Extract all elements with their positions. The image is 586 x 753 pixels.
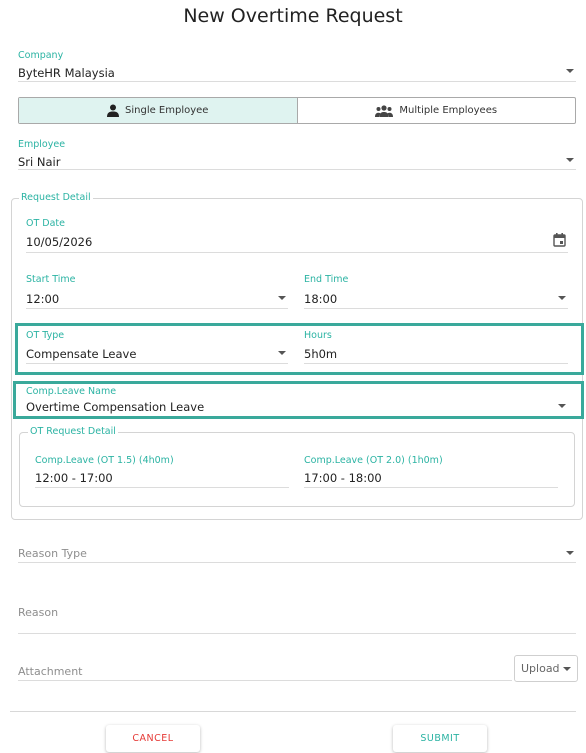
reason-input[interactable]: Reason: [18, 602, 576, 634]
hours-label: Hours: [304, 330, 332, 341]
ot-request-detail-item: Comp.Leave (OT 2.0) (1h0m) 17:00 - 18:00: [304, 455, 558, 488]
company-value: ByteHR Malaysia: [18, 66, 115, 80]
person-icon: [107, 104, 120, 117]
single-employee-button[interactable]: Single Employee: [19, 98, 298, 123]
upload-label: Upload: [521, 662, 560, 675]
company-label: Company: [18, 50, 64, 61]
upload-dropdown-button[interactable]: Upload: [514, 655, 578, 682]
multiple-employees-label: Multiple Employees: [399, 105, 498, 116]
caret-down-icon: [563, 667, 571, 671]
ot-detail-item-value: 12:00 - 17:00: [35, 471, 113, 485]
ot-type-value: Compensate Leave: [26, 347, 137, 361]
ot-detail-item-label: Comp.Leave (OT 1.5) (4h0m): [35, 455, 174, 466]
caret-down-icon: [566, 69, 574, 73]
ot-date-value: 10/05/2026: [26, 235, 93, 249]
request-detail-legend: Request Detail: [19, 192, 93, 203]
hours-value: 5h0m: [304, 347, 338, 361]
comp-leave-name-select[interactable]: Comp.Leave Name Overtime Compensation Le…: [26, 386, 568, 415]
comp-leave-name-value: Overtime Compensation Leave: [26, 400, 205, 414]
ot-type-select[interactable]: OT Type Compensate Leave: [26, 330, 288, 364]
ot-detail-item-label: Comp.Leave (OT 2.0) (1h0m): [304, 455, 443, 466]
start-time-value: 12:00: [26, 292, 60, 306]
end-time-label: End Time: [304, 274, 349, 285]
start-time-select[interactable]: Start Time 12:00: [26, 274, 288, 309]
ot-date-field[interactable]: OT Date 10/05/2026: [26, 218, 568, 253]
submit-button[interactable]: SUBMIT: [393, 725, 487, 752]
group-icon: [375, 104, 394, 117]
caret-down-icon: [558, 296, 566, 300]
attachment-field[interactable]: Attachment: [18, 661, 512, 681]
ot-request-detail-legend: OT Request Detail: [28, 426, 118, 437]
employee-label: Employee: [18, 139, 66, 150]
calendar-icon[interactable]: [553, 233, 566, 247]
attachment-placeholder: Attachment: [18, 665, 83, 678]
caret-down-icon: [278, 296, 286, 300]
end-time-value: 18:00: [304, 292, 338, 306]
multiple-employees-button[interactable]: Multiple Employees: [298, 98, 576, 123]
start-time-label: Start Time: [26, 274, 76, 285]
ot-date-label: OT Date: [26, 218, 66, 229]
employee-mode-toggle: Single Employee Multiple Employees: [18, 97, 576, 124]
cancel-button[interactable]: CANCEL: [106, 725, 200, 752]
caret-down-icon: [558, 404, 566, 408]
ot-type-label: OT Type: [26, 330, 65, 341]
company-select[interactable]: Company ByteHR Malaysia: [18, 50, 576, 82]
ot-detail-item-value: 17:00 - 18:00: [304, 471, 382, 485]
single-employee-label: Single Employee: [125, 105, 209, 116]
ot-request-detail-item: Comp.Leave (OT 1.5) (4h0m) 12:00 - 17:00: [35, 455, 289, 488]
caret-down-icon: [566, 551, 574, 555]
end-time-select[interactable]: End Time 18:00: [304, 274, 568, 309]
caret-down-icon: [278, 351, 286, 355]
reason-placeholder: Reason: [18, 606, 59, 619]
reason-type-placeholder: Reason Type: [18, 547, 87, 560]
employee-value: Sri Nair: [18, 155, 61, 169]
caret-down-icon: [566, 158, 574, 162]
reason-type-select[interactable]: Reason Type: [18, 543, 576, 563]
comp-leave-name-label: Comp.Leave Name: [26, 386, 117, 397]
page-title: New Overtime Request: [183, 5, 403, 27]
employee-select[interactable]: Employee Sri Nair: [18, 139, 576, 170]
hours-field[interactable]: Hours 5h0m: [304, 330, 568, 364]
footer-divider: [10, 711, 576, 712]
